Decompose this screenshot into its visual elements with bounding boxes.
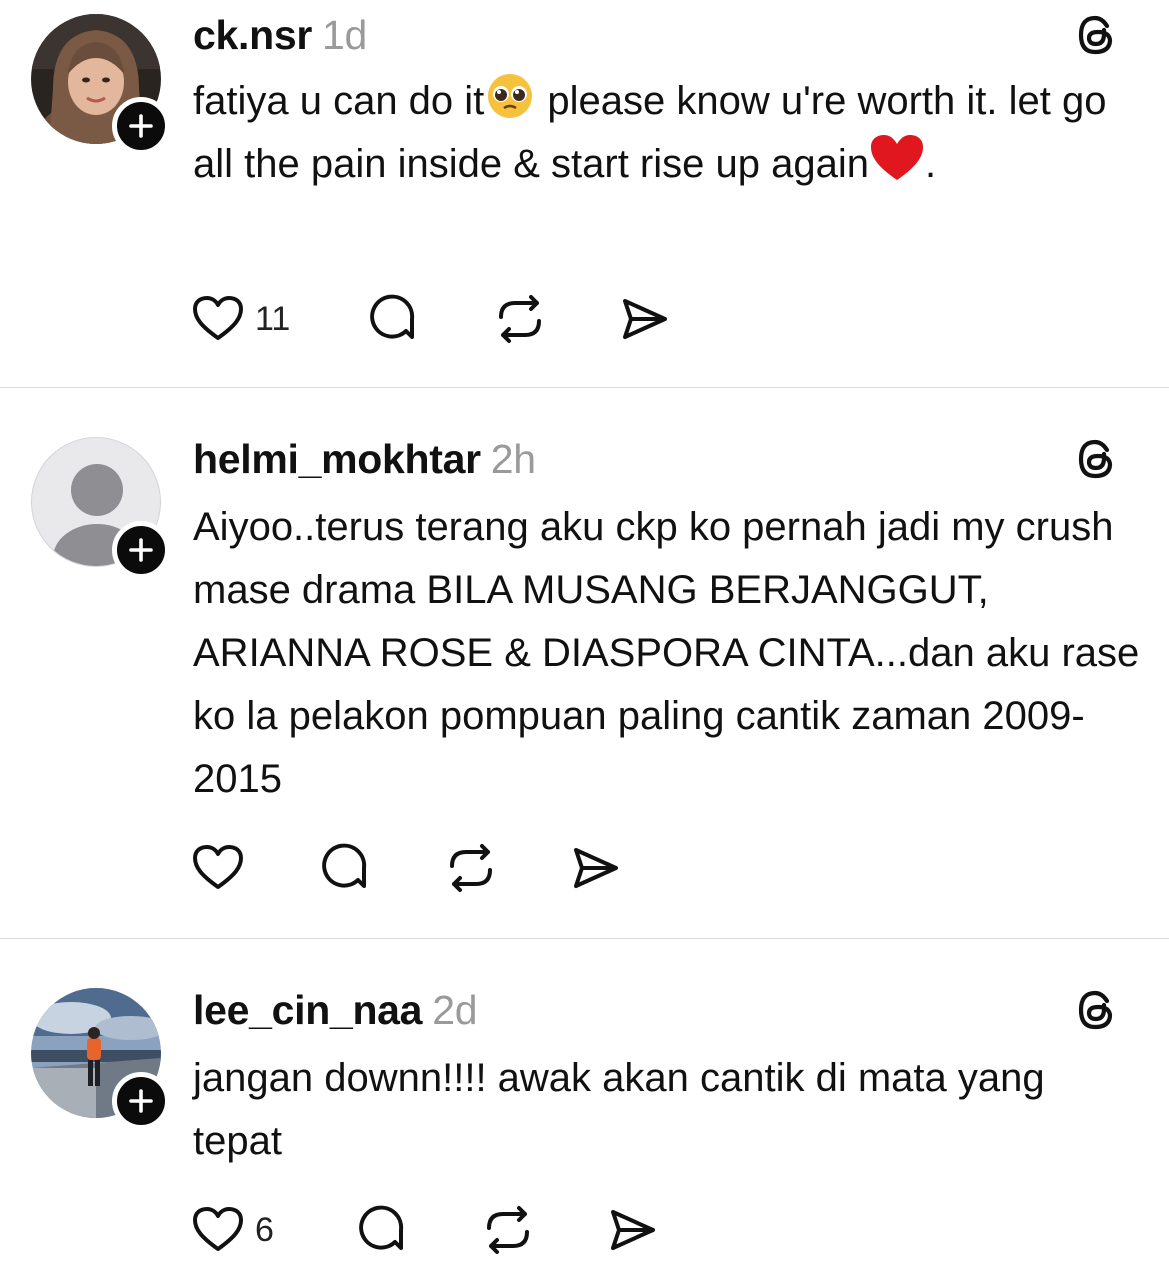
post-header: ck.nsr 1d <box>193 12 367 59</box>
heart-icon <box>193 845 243 889</box>
plus-icon <box>129 1089 153 1113</box>
reply-icon <box>359 1205 404 1250</box>
like-button[interactable] <box>191 842 245 894</box>
post-text: Aiyoo..terus terang aku ckp ko pernah ja… <box>193 505 1140 801</box>
post-header: helmi_mokhtar 2h <box>193 436 536 483</box>
timestamp: 2d <box>432 987 478 1033</box>
share-button[interactable] <box>607 1204 659 1256</box>
post-text: fatiya u can do it please know u're wort… <box>193 70 1143 196</box>
repost-icon <box>499 295 541 343</box>
reply-button[interactable] <box>355 1204 407 1256</box>
post-text: jangan downn!!!! awak akan cantik di mat… <box>193 1056 1045 1163</box>
thread-post: ck.nsr 1d fatiya u can do it please know … <box>0 0 1169 387</box>
like-button[interactable]: 11 <box>191 293 290 345</box>
pleading-face-emoji <box>488 74 533 118</box>
username-link[interactable]: helmi_mokhtar <box>193 436 481 482</box>
like-button[interactable]: 6 <box>191 1204 274 1256</box>
repost-button[interactable] <box>493 293 547 345</box>
threads-logo-icon[interactable] <box>1073 12 1119 58</box>
heart-icon <box>193 296 243 340</box>
red-heart-emoji <box>870 135 923 180</box>
timestamp: 2h <box>490 436 536 482</box>
follow-button[interactable] <box>112 521 170 579</box>
plus-icon <box>129 114 153 138</box>
repost-button[interactable] <box>444 842 498 894</box>
post-text-part: . <box>924 142 937 186</box>
username-link[interactable]: lee_cin_naa <box>193 987 422 1033</box>
reply-icon <box>322 843 367 888</box>
threads-logo-icon[interactable] <box>1073 987 1119 1033</box>
follow-button[interactable] <box>112 97 170 155</box>
share-icon <box>623 299 667 339</box>
share-button[interactable] <box>570 842 622 894</box>
post-text-part: fatiya u can do it <box>193 79 485 123</box>
share-icon <box>574 848 618 888</box>
timestamp: 1d <box>322 12 368 58</box>
share-icon <box>611 1210 655 1250</box>
repost-icon <box>450 844 492 892</box>
post-header: lee_cin_naa 2d <box>193 987 478 1034</box>
share-button[interactable] <box>619 293 671 345</box>
username-link[interactable]: ck.nsr <box>193 12 312 58</box>
plus-icon <box>129 538 153 562</box>
repost-button[interactable] <box>481 1204 535 1256</box>
reply-button[interactable] <box>366 293 418 345</box>
thread-post: helmi_mokhtar 2h Aiyoo..terus terang aku … <box>0 388 1169 938</box>
reply-icon <box>370 294 415 339</box>
threads-logo-icon[interactable] <box>1073 436 1119 482</box>
like-count: 6 <box>255 1210 274 1249</box>
repost-icon <box>487 1206 529 1254</box>
reply-button[interactable] <box>318 842 370 894</box>
heart-icon <box>193 1207 243 1251</box>
like-count: 11 <box>255 299 291 338</box>
follow-button[interactable] <box>112 1072 170 1130</box>
thread-post: lee_cin_naa 2d jangan downn!!!! awak akan… <box>0 939 1169 1283</box>
